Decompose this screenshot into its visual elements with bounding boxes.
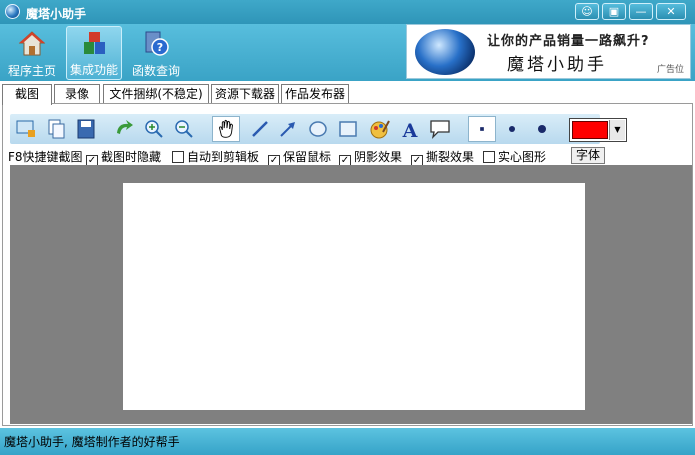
hand-icon[interactable]	[212, 116, 240, 142]
color-picker[interactable]: ▼	[569, 118, 627, 142]
help-book-icon: ?	[145, 31, 169, 56]
watermark-brand: 西西软件园	[398, 353, 514, 378]
rectangle-icon[interactable]	[336, 117, 360, 141]
chevron-down-icon[interactable]: ▼	[609, 120, 625, 140]
status-bar: 魔塔小助手, 魔塔制作者的好帮手	[0, 428, 695, 455]
ellipse-icon[interactable]	[306, 117, 330, 141]
zoom-in-icon[interactable]	[142, 117, 166, 141]
ad-product-name: 魔塔小助手	[507, 55, 607, 75]
callout-icon[interactable]	[428, 117, 452, 141]
tab-screenshot[interactable]: 截图	[2, 84, 52, 105]
option-solid-shape[interactable]: 实心图形	[483, 148, 546, 165]
tab-file-bundle[interactable]: 文件捆绑(不稳定)	[103, 84, 209, 104]
font-button[interactable]: 字体	[571, 147, 605, 164]
screenshot-icon[interactable]	[14, 117, 38, 141]
function-query-button[interactable]: ? 函数查询	[128, 26, 184, 80]
rotate-icon[interactable]	[112, 117, 136, 141]
paint-icon[interactable]	[368, 117, 392, 141]
title-bar: 魔塔小助手 ☺ ▣ — ✕	[0, 0, 695, 24]
tab-recording[interactable]: 录像	[54, 84, 100, 104]
hotkey-label: F8快捷键截图	[8, 150, 83, 164]
capture-canvas-area[interactable]: 西西软件园 CR173.COM	[10, 165, 692, 424]
dot-small-icon[interactable]	[468, 116, 496, 142]
save-icon[interactable]	[74, 117, 98, 141]
tab-strip: 截图 录像 文件捆绑(不稳定) 资源下载器 作品发布器	[0, 84, 695, 105]
integrated-functions-button[interactable]: 集成功能	[66, 26, 122, 80]
home-page-button[interactable]: 程序主页	[4, 26, 60, 80]
line-icon[interactable]	[248, 117, 272, 141]
drawing-toolbar: A	[10, 114, 600, 144]
window-title: 魔塔小助手	[26, 7, 87, 21]
menu-button[interactable]: ▣	[602, 3, 626, 20]
color-swatch	[572, 121, 608, 139]
watermark-site: CR173.COM	[450, 377, 510, 388]
arrow-icon[interactable]	[276, 117, 300, 141]
skin-button[interactable]: ☺	[575, 3, 599, 20]
ad-slogan: 让你的产品销量一路飙升?	[487, 34, 650, 49]
close-button[interactable]: ✕	[656, 3, 686, 20]
text-icon[interactable]: A	[398, 117, 422, 141]
svg-text:?: ?	[157, 41, 163, 54]
ad-banner[interactable]: 让你的产品销量一路飙升? 魔塔小助手 广告位	[406, 24, 691, 79]
capture-sheet[interactable]	[123, 183, 585, 410]
copy-icon[interactable]	[44, 117, 68, 141]
checkbox-unchecked[interactable]	[483, 151, 495, 163]
zoom-out-icon[interactable]	[172, 117, 196, 141]
globe-icon	[415, 29, 475, 75]
status-text: 魔塔小助手, 魔塔制作者的好帮手	[4, 435, 180, 449]
app-globe-icon	[5, 4, 20, 19]
svg-text:A: A	[402, 120, 418, 141]
tab-resource-downloader[interactable]: 资源下载器	[211, 84, 279, 104]
checkbox-unchecked[interactable]	[172, 151, 184, 163]
ad-tag: 广告位	[656, 65, 684, 75]
minimize-button[interactable]: —	[629, 3, 653, 20]
house-icon	[18, 31, 46, 56]
tab-work-publisher[interactable]: 作品发布器	[281, 84, 349, 104]
blocks-icon	[84, 32, 105, 54]
dot-large-icon[interactable]	[530, 117, 554, 141]
option-auto-clipboard[interactable]: 自动到剪辑板	[172, 148, 259, 165]
dot-medium-icon[interactable]	[500, 117, 524, 141]
